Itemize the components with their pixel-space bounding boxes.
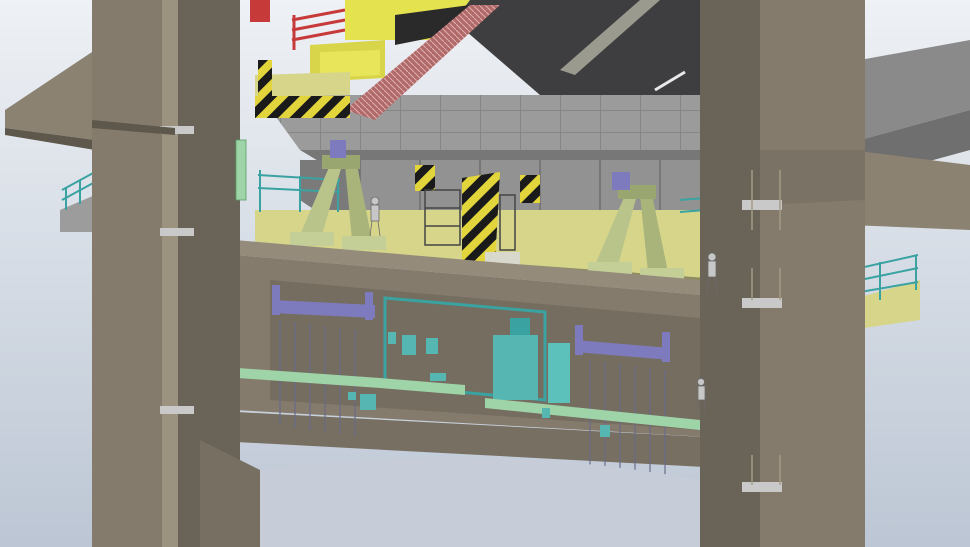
control-panel-small	[388, 332, 396, 344]
right-pier-cap-block	[760, 150, 865, 205]
purple-post-left-2	[365, 292, 373, 320]
purple-post-left	[272, 285, 280, 315]
hazard-panel-left	[415, 165, 435, 191]
left-pier-flange-3	[160, 406, 194, 414]
hydraulic-unit	[493, 335, 538, 400]
right-pier-front	[760, 0, 865, 547]
worker-left-crane	[235, 139, 247, 201]
arch-opening	[260, 457, 700, 547]
hazard-block-top	[255, 96, 350, 118]
teal-fitting-1	[348, 392, 356, 400]
bridge-construction-render	[0, 0, 970, 547]
scene-svg	[0, 0, 970, 547]
hazard-panel-right	[520, 175, 540, 203]
right-pier-flange-3	[742, 482, 782, 492]
purple-post-right	[575, 325, 583, 355]
teal-fitting-3	[542, 408, 550, 418]
purple-post-right-2	[662, 332, 670, 362]
teal-fitting-2	[360, 394, 376, 410]
left-pier-groove	[162, 0, 178, 547]
hydraulic-unit-side	[548, 343, 570, 403]
left-pier-flange-2	[160, 228, 194, 236]
hazard-post	[258, 60, 272, 98]
control-cabinet-1	[402, 335, 416, 355]
control-cabinet-2	[426, 338, 438, 354]
right-pier-flange-2	[742, 298, 782, 308]
teal-fitting-4	[600, 425, 610, 437]
crane-red-frame	[250, 0, 270, 22]
right-pier-flange-1	[742, 200, 782, 210]
control-panel-low	[430, 373, 446, 381]
teal-pipe-bracket	[510, 318, 530, 335]
